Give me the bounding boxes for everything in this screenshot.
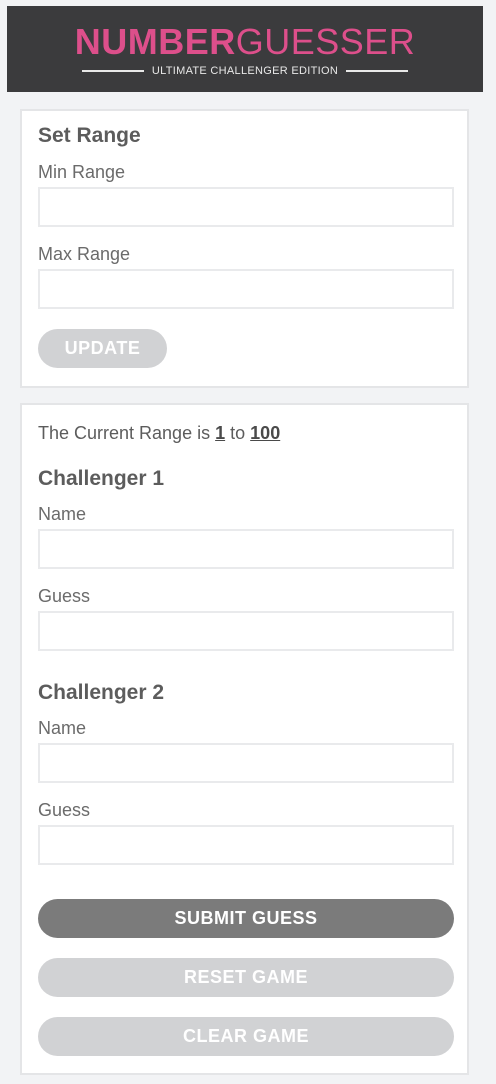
challenger-2-guess-label: Guess: [38, 800, 91, 820]
reset-game-button[interactable]: RESET GAME: [38, 958, 454, 997]
current-range-min: 1: [215, 423, 226, 443]
max-range-input[interactable]: [38, 269, 454, 309]
challenger-2-name-input[interactable]: [38, 743, 454, 783]
update-button[interactable]: UPDATE: [38, 329, 167, 368]
current-range-prefix: The Current Range is: [38, 423, 211, 443]
logo-guesser-text: GUESSER: [235, 21, 416, 62]
submit-guess-button[interactable]: SUBMIT GUESS: [38, 899, 454, 938]
set-range-panel: Set Range Min Range Max Range UPDATE: [20, 109, 469, 388]
app-logo: NUMBERGUESSER: [7, 24, 483, 60]
challenger-1-guess-label: Guess: [38, 586, 91, 606]
current-range-joiner: to: [230, 423, 246, 443]
challenger-1-title: Challenger 1: [38, 467, 165, 490]
app-header: NUMBERGUESSER ULTIMATE CHALLENGER EDITIO…: [7, 6, 483, 92]
min-range-label: Min Range: [38, 162, 126, 182]
challenger-1-name-label: Name: [38, 504, 87, 524]
logo-number-text: NUMBER: [74, 21, 236, 62]
current-range-max: 100: [250, 423, 281, 443]
min-range-input[interactable]: [38, 187, 454, 227]
challenger-2-title: Challenger 2: [38, 681, 165, 704]
edition-tagline: ULTIMATE CHALLENGER EDITION: [7, 65, 483, 77]
current-range-text: The Current Range is 1 to 100: [38, 423, 280, 444]
set-range-title: Set Range: [38, 124, 141, 147]
game-panel: The Current Range is 1 to 100 Challenger…: [20, 403, 469, 1075]
challenger-1-name-input[interactable]: [38, 529, 454, 569]
edition-text: ULTIMATE CHALLENGER EDITION: [151, 65, 339, 77]
clear-game-button[interactable]: CLEAR GAME: [38, 1017, 454, 1056]
challenger-1-guess-input[interactable]: [38, 611, 454, 651]
challenger-2-name-label: Name: [38, 718, 87, 738]
challenger-2-guess-input[interactable]: [38, 825, 454, 865]
tagline-right-divider: [346, 70, 409, 72]
tagline-left-divider: [81, 70, 144, 72]
max-range-label: Max Range: [38, 244, 131, 264]
